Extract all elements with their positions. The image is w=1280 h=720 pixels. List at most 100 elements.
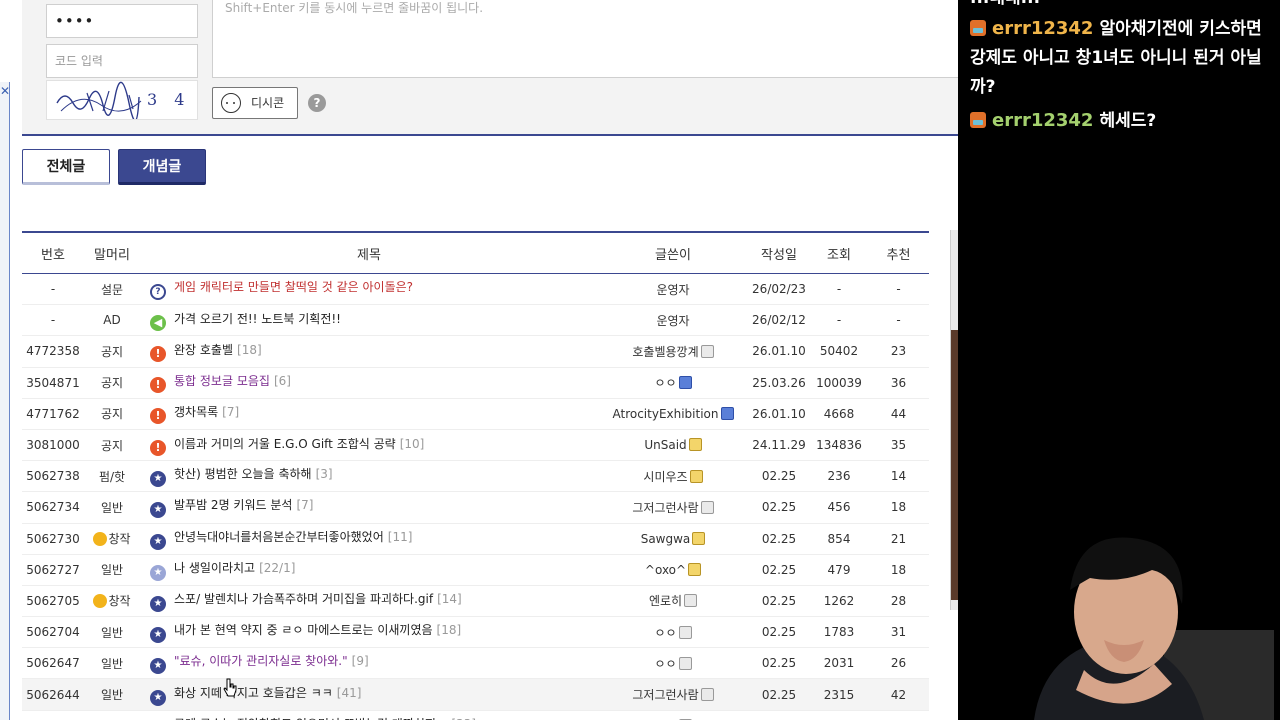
table-row[interactable]: 5062644 일반 ★ 화상 지떼 가지고 호들갑은 ㅋㅋ [41] 그저그런사람 02.… <box>22 678 929 711</box>
post-writer[interactable]: UnSaid <box>598 429 748 462</box>
table-row[interactable]: 5062734 일반 ★ 발푸밤 2명 키워드 분석 [7] 그저그런사람 02.25 456… <box>22 491 929 524</box>
post-date: 02.25 <box>748 491 810 524</box>
comment-count[interactable]: [22/1] <box>259 561 295 575</box>
post-title-cell[interactable]: ! 갱차목록 [7] <box>140 398 598 430</box>
table-row[interactable]: 5062610일반★근데 료슈는 적안참회도 있으면서 또받는건 개짜치지...… <box>22 710 929 720</box>
comment-count[interactable]: [7] <box>222 405 239 419</box>
post-title-cell[interactable]: ! 통합 정보글 모음집 [6] <box>140 367 598 399</box>
post-title[interactable]: 완장 호출벨 <box>174 343 233 357</box>
post-title-cell[interactable]: ◀ 가격 오르기 전!! 노트북 기획전!! <box>140 304 598 337</box>
close-icon[interactable]: ✕ <box>0 84 10 98</box>
writer-name[interactable]: 그저그런사람 <box>632 501 698 515</box>
chat-username[interactable]: errr12342 <box>992 18 1093 39</box>
writer-name[interactable]: 운영자 <box>656 314 689 328</box>
post-title[interactable]: "료슈, 이따가 관리자실로 찾아와." <box>174 654 348 668</box>
post-title-cell[interactable]: ? 게임 캐릭터로 만들면 찰떡일 것 같은 아이돌은? <box>140 273 598 306</box>
post-title[interactable]: 이름과 거미의 거울 E.G.O Gift 조합식 공략 <box>174 437 396 451</box>
post-writer[interactable]: 도울 <box>598 710 748 720</box>
table-row[interactable]: 5062704 일반 ★ 내가 본 현역 약지 중 ㄹㅇ 마에스트로는 이새끼였음 [1… <box>22 616 929 649</box>
comment-count[interactable]: [6] <box>274 374 291 388</box>
post-writer[interactable]: ㅇㅇ <box>598 647 748 680</box>
writer-name[interactable]: UnSaid <box>644 438 686 452</box>
post-writer[interactable]: 운영자 <box>598 273 748 306</box>
chat-username[interactable]: errr12342 <box>992 110 1093 131</box>
post-title[interactable]: 통합 정보글 모음집 <box>174 374 270 388</box>
table-row[interactable]: 4771762 공지! 갱차목록 [7] AtrocityExhibition 26.01… <box>22 398 929 430</box>
comment-count[interactable]: [9] <box>352 654 369 668</box>
post-number: 5062734 <box>22 491 84 524</box>
post-title[interactable]: 나 생일이라치고 <box>174 561 255 575</box>
writer-name[interactable]: 그저그런사람 <box>632 688 698 702</box>
comment-count[interactable]: [10] <box>400 437 425 451</box>
post-writer[interactable]: 시미우즈 <box>598 460 748 493</box>
post-title[interactable]: 갱차목록 <box>174 405 218 419</box>
table-row[interactable]: 3081000 공지! 이름과 거미의 거울 E.G.O Gift 조합식 공략 [1… <box>22 429 929 462</box>
post-title-cell[interactable]: ★ 나 생일이라치고 [22/1] <box>140 554 598 586</box>
table-row[interactable]: 4772358 공지! 완장 호출벨 [18] 호출벨용깡계 26.01.10 50402 2… <box>22 335 929 368</box>
post-title-cell[interactable]: ★ 안녕늑대야너를처음본순간부터좋아했었어 [11] <box>140 523 598 555</box>
writer-name[interactable]: 호출벨용깡계 <box>632 345 698 359</box>
table-row[interactable]: 5062705 창작 ★ 스포/ 발렌치나 가슴폭주하며 거미집을 파괴하다.gif [… <box>22 585 929 618</box>
comment-count[interactable]: [18] <box>237 343 262 357</box>
comment-count[interactable]: [14] <box>437 592 462 606</box>
writer-name[interactable]: 시미우즈 <box>643 470 687 484</box>
comment-count[interactable]: [7] <box>296 498 313 512</box>
post-title-cell[interactable]: ★ 핫산) 평범한 오늘을 축하해 [3] <box>140 460 598 493</box>
post-title[interactable]: 핫산) 평범한 오늘을 축하해 <box>174 467 312 481</box>
table-row[interactable]: 5062727 일반 ★ 나 생일이라치고 [22/1] ^oxo^ 02.25 479 18 <box>22 554 929 586</box>
post-writer[interactable]: Sawgwa <box>598 523 748 555</box>
post-title-cell[interactable]: ★ 화상 지떼 가지고 호들갑은 ㅋㅋ [41] <box>140 678 598 711</box>
table-row[interactable]: 5062647 일반 ★ "료슈, 이따가 관리자실로 찾아와." [9] ㅇㅇ 02.25… <box>22 647 929 680</box>
post-writer[interactable]: 그저그런사람 <box>598 491 748 524</box>
post-title[interactable]: 발푸밤 2명 키워드 분석 <box>174 498 292 512</box>
post-date: 02.25 <box>748 585 810 618</box>
post-writer[interactable]: ㅇㅇ <box>598 367 748 399</box>
chat-message-1: errr12342 알아채기전에 키스하면 강제도 아니고 창1녀도 아니니 된거… <box>970 14 1270 102</box>
table-row[interactable]: 5062738 펌/핫 ★ 핫산) 평범한 오늘을 축하해 [3] 시미우즈 02.25 23… <box>22 460 929 493</box>
writer-name[interactable]: ^oxo^ <box>645 563 686 577</box>
post-title-cell[interactable]: ★ 내가 본 현역 약지 중 ㄹㅇ 마에스트로는 이새끼였음 [18] <box>140 616 598 649</box>
post-title[interactable]: 가격 오르기 전!! 노트북 기획전!! <box>174 312 341 326</box>
post-list-table: 번호 말머리 제목 글쓴이 작성일 조회 추천 - 설문? 게임 캐릭터로 만들면 … <box>22 231 929 720</box>
post-writer[interactable]: 호출벨용깡계 <box>598 335 748 368</box>
post-writer[interactable]: ^oxo^ <box>598 554 748 586</box>
post-writer[interactable]: 그저그런사람 <box>598 678 748 711</box>
writer-name[interactable]: 엔로히 <box>649 594 682 608</box>
writer-name[interactable]: ㅇㅇ <box>654 626 676 640</box>
comment-count[interactable]: [41] <box>337 686 362 700</box>
comment-count[interactable]: [3] <box>316 467 333 481</box>
post-title-cell[interactable]: ★ 발푸밤 2명 키워드 분석 [7] <box>140 491 598 524</box>
writer-name[interactable]: AtrocityExhibition <box>612 407 718 421</box>
post-writer[interactable]: 운영자 <box>598 304 748 337</box>
post-title-cell[interactable]: ! 완장 호출벨 [18] <box>140 335 598 368</box>
post-title[interactable]: 화상 지떼 가지고 호들갑은 ㅋㅋ <box>174 686 333 700</box>
writer-name[interactable]: ㅇㅇ <box>654 376 676 390</box>
password-field[interactable]: •••• <box>46 4 198 38</box>
post-writer[interactable]: 엔로히 <box>598 585 748 618</box>
writer-name[interactable]: Sawgwa <box>641 532 691 546</box>
post-title-cell[interactable]: ! 이름과 거미의 거울 E.G.O Gift 조합식 공략 [10] <box>140 429 598 462</box>
post-title-cell[interactable]: ★ "료슈, 이따가 관리자실로 찾아와." [9] <box>140 647 598 680</box>
table-row[interactable]: - AD ◀ 가격 오르기 전!! 노트북 기획전!! 운영자 26/02/12- - <box>22 304 929 337</box>
help-icon[interactable]: ? <box>308 94 326 112</box>
post-title-cell[interactable]: ★ 스포/ 발렌치나 가슴폭주하며 거미집을 파괴하다.gif [14] <box>140 585 598 618</box>
post-title[interactable]: 내가 본 현역 약지 중 ㄹㅇ 마에스트로는 이새끼였음 <box>174 623 433 637</box>
writer-name[interactable]: ㅇㅇ <box>654 657 676 671</box>
captcha-code-input[interactable]: 코드 입력 <box>46 44 198 78</box>
comment-count[interactable]: [18] <box>437 623 462 637</box>
post-title[interactable]: 스포/ 발렌치나 가슴폭주하며 거미집을 파괴하다.gif <box>174 592 433 606</box>
table-row[interactable]: 5062730 창작 ★ 안녕늑대야너를처음본순간부터좋아했었어 [11] Sawgwa 0… <box>22 523 929 555</box>
post-title[interactable]: 안녕늑대야너를처음본순간부터좋아했었어 <box>174 530 384 544</box>
table-row[interactable]: - 설문? 게임 캐릭터로 만들면 찰떡일 것 같은 아이돌은? 운영자 26/02/2… <box>22 273 929 306</box>
writer-name[interactable]: 운영자 <box>656 283 689 297</box>
post-title-cell[interactable]: ★근데 료슈는 적안참회도 있으면서 또받는건 개짜치지...[33] <box>140 710 598 720</box>
tab-all-posts[interactable]: 전체글 <box>22 149 110 185</box>
post-writer[interactable]: ㅇㅇ <box>598 616 748 649</box>
tab-concept-posts[interactable]: 개념글 <box>118 149 206 185</box>
comment-count[interactable]: [11] <box>388 530 413 544</box>
dccon-button[interactable]: 디시콘 <box>212 87 298 119</box>
comment-textarea[interactable]: Shift+Enter 키를 동시에 누르면 줄바꿈이 됩니다. <box>212 0 958 78</box>
post-writer[interactable]: AtrocityExhibition <box>598 398 748 430</box>
table-row[interactable]: 3504871 공지! 통합 정보글 모음집 [6] ㅇㅇ 25.03.26 100039 3… <box>22 367 929 399</box>
post-title[interactable]: 게임 캐릭터로 만들면 찰떡일 것 같은 아이돌은? <box>174 280 413 294</box>
